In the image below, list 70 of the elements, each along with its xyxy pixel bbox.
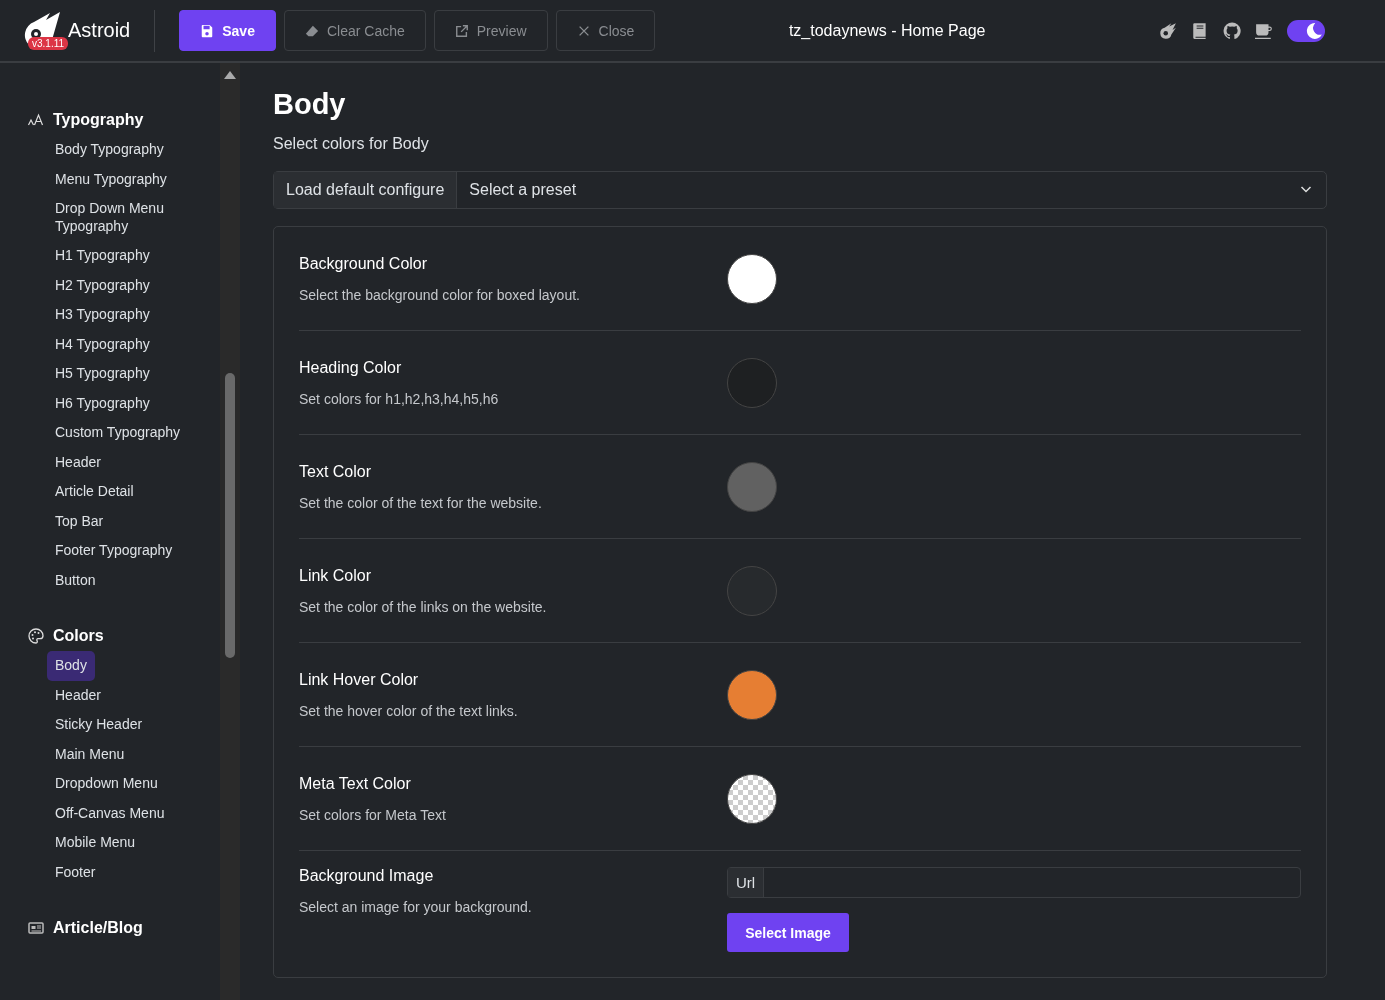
newspaper-icon	[27, 920, 45, 936]
toolbar-button[interactable]: Clear Cache	[283, 10, 426, 51]
field-label: Background Image	[299, 867, 435, 885]
field-label: Link Color	[299, 566, 373, 585]
toolbar-button[interactable]: Save	[179, 10, 276, 51]
field-description: Select an image for your background.	[299, 899, 533, 915]
color-swatch[interactable]	[727, 461, 777, 512]
sidebar-item[interactable]: Footer	[47, 857, 104, 887]
sidebar-item[interactable]: Sticky Header	[47, 710, 151, 740]
sidebar-item[interactable]: Article Detail	[47, 477, 142, 507]
section-title: Body	[273, 88, 347, 121]
field-description: Set the hover color of the text links.	[299, 702, 519, 719]
sidebar-item[interactable]: Body	[47, 651, 95, 681]
sidebar-item[interactable]: Header	[47, 447, 109, 477]
sidebar-item[interactable]: Top Bar	[47, 506, 112, 536]
toolbar-button[interactable]: Preview	[433, 10, 548, 51]
field-description: Select the background color for boxed layout.	[299, 286, 581, 303]
sidebar-item[interactable]: Header	[47, 680, 109, 710]
field-description: Set colors for h1,h2,h3,h4,h5,h6	[299, 390, 500, 407]
field-description: Set the color of the text for the website.	[299, 494, 543, 511]
sidebar-item[interactable]: Body Typography	[47, 135, 172, 165]
eraser-icon	[304, 23, 319, 38]
field-label: Meta Text Color	[299, 774, 412, 793]
scroll-up-icon[interactable]	[224, 71, 236, 79]
color-swatch[interactable]	[727, 253, 777, 304]
sidebar-item[interactable]: Off-Canvas Menu	[47, 798, 173, 828]
sidebar-item[interactable]: Main Menu	[47, 739, 133, 769]
field-description: Set colors for Meta Text	[299, 806, 447, 823]
sidebar-heading: Colors	[53, 627, 104, 645]
field-label: Background Color	[299, 254, 429, 273]
font-size-icon	[27, 112, 45, 128]
sidebar-item[interactable]: H2 Typography	[47, 270, 158, 300]
scrollbar[interactable]	[220, 63, 240, 1000]
section-subtitle: Select colors for Body	[273, 135, 430, 153]
moon-icon	[1305, 21, 1323, 40]
scrollbar-thumb[interactable]	[225, 373, 235, 658]
sidebar-item[interactable]: H5 Typography	[47, 359, 158, 389]
select-image-button[interactable]: Select Image	[727, 913, 849, 952]
color-swatch[interactable]	[727, 357, 777, 408]
field-label: Heading Color	[299, 358, 403, 377]
sidebar-item[interactable]: Button	[47, 565, 104, 595]
app-name: Astroid	[68, 19, 131, 42]
sidebar-item[interactable]: H4 Typography	[47, 329, 158, 359]
sidebar-item[interactable]: Menu Typography	[47, 164, 175, 194]
sidebar-item[interactable]: H3 Typography	[47, 300, 158, 330]
comet-icon[interactable]	[1159, 21, 1177, 40]
sidebar-item[interactable]: Drop Down Menu Typography	[47, 194, 197, 241]
external-link-icon	[454, 23, 469, 38]
field-description: Set the color of the links on the website.	[299, 598, 548, 615]
palette-icon	[27, 628, 45, 644]
field-label: Link Hover Color	[299, 670, 420, 689]
sidebar-item[interactable]: Dropdown Menu	[47, 769, 166, 799]
coffee-cup-icon[interactable]	[1255, 21, 1273, 40]
field-label: Text Color	[299, 462, 373, 481]
sidebar-item[interactable]: Footer Typography	[47, 536, 181, 566]
toolbar-button[interactable]: Close	[555, 10, 656, 51]
sidebar-item[interactable]: H6 Typography	[47, 388, 158, 418]
color-swatch[interactable]	[727, 669, 777, 720]
color-swatch[interactable]	[727, 565, 777, 616]
github-icon[interactable]	[1223, 21, 1241, 40]
page-title: tz_todaynews - Home Page	[787, 21, 987, 40]
sidebar-item[interactable]: Custom Typography	[47, 418, 189, 448]
sidebar-item[interactable]: Mobile Menu	[47, 828, 144, 858]
sidebar-heading: Article/Blog	[53, 919, 143, 937]
sidebar-item[interactable]: H1 Typography	[47, 241, 158, 271]
book-icon[interactable]	[1191, 21, 1209, 40]
dark-mode-toggle[interactable]	[1287, 19, 1325, 42]
transparent-color-swatch[interactable]	[727, 773, 777, 824]
sidebar-heading: Typography	[53, 111, 144, 129]
url-field[interactable]: Url	[727, 867, 1301, 898]
